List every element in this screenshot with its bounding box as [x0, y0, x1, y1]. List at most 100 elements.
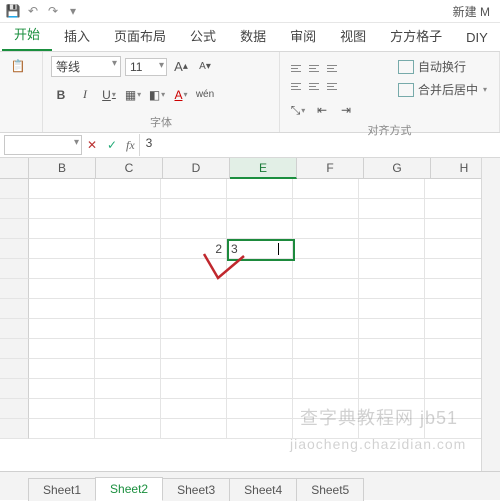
cell[interactable]: [293, 239, 359, 259]
cell[interactable]: [293, 199, 359, 219]
cell[interactable]: [161, 339, 227, 359]
cell[interactable]: [95, 259, 161, 279]
cell[interactable]: [359, 239, 425, 259]
decrease-indent-button[interactable]: ⇤: [312, 100, 332, 120]
tab-view[interactable]: 视图: [328, 21, 378, 51]
cell[interactable]: [95, 359, 161, 379]
cell[interactable]: [227, 419, 293, 439]
cell[interactable]: [29, 379, 95, 399]
cell[interactable]: [95, 179, 161, 199]
tab-home[interactable]: 开始: [2, 19, 52, 51]
row-header[interactable]: [0, 399, 29, 419]
col-header-B[interactable]: B: [29, 158, 96, 178]
row-header[interactable]: [0, 219, 29, 239]
align-bottom-right[interactable]: [324, 79, 340, 95]
redo-icon[interactable]: ↷: [46, 4, 60, 18]
cancel-icon[interactable]: ✕: [82, 138, 102, 152]
tab-diy[interactable]: DIY: [454, 25, 500, 51]
formula-input[interactable]: 3: [139, 134, 500, 156]
cell[interactable]: [359, 179, 425, 199]
cell[interactable]: [227, 359, 293, 379]
col-header-E[interactable]: E: [230, 158, 297, 179]
col-header-C[interactable]: C: [96, 158, 163, 178]
italic-button[interactable]: I: [75, 85, 95, 105]
cell[interactable]: [161, 279, 227, 299]
sheet-tab-3[interactable]: Sheet3: [162, 478, 230, 501]
row-header[interactable]: [0, 359, 29, 379]
cell[interactable]: [359, 419, 425, 439]
orientation-button[interactable]: ⤡: [288, 100, 308, 120]
save-icon[interactable]: 💾: [6, 4, 20, 18]
cell[interactable]: [293, 259, 359, 279]
cell[interactable]: [95, 379, 161, 399]
grow-font-icon[interactable]: A▴: [171, 57, 191, 77]
name-box[interactable]: [4, 135, 82, 155]
shrink-font-icon[interactable]: A▾: [195, 57, 215, 77]
tab-insert[interactable]: 插入: [52, 21, 102, 51]
cell[interactable]: [161, 399, 227, 419]
align-top-left[interactable]: [288, 61, 304, 77]
cell[interactable]: [227, 259, 293, 279]
qat-more-icon[interactable]: ▾: [66, 4, 80, 18]
cell[interactable]: [161, 319, 227, 339]
cell[interactable]: [161, 299, 227, 319]
row-header[interactable]: [0, 319, 29, 339]
row-header[interactable]: [0, 179, 29, 199]
tab-page-layout[interactable]: 页面布局: [102, 21, 178, 51]
sheet-tab-1[interactable]: Sheet1: [28, 478, 96, 501]
cell[interactable]: [227, 219, 293, 239]
cell[interactable]: [95, 339, 161, 359]
cell[interactable]: [359, 199, 425, 219]
cell[interactable]: [293, 219, 359, 239]
merge-center-button[interactable]: 合并后居中: [394, 79, 491, 100]
cell[interactable]: [293, 279, 359, 299]
row-header[interactable]: [0, 279, 29, 299]
cell[interactable]: [29, 399, 95, 419]
cell[interactable]: [95, 279, 161, 299]
cell[interactable]: [227, 339, 293, 359]
cell[interactable]: [227, 399, 293, 419]
cell[interactable]: [227, 299, 293, 319]
cell[interactable]: [227, 379, 293, 399]
cell[interactable]: [293, 319, 359, 339]
cell[interactable]: [29, 359, 95, 379]
cell[interactable]: 3: [227, 239, 293, 259]
cell[interactable]: [293, 399, 359, 419]
vertical-scrollbar[interactable]: [481, 158, 500, 476]
cell[interactable]: [29, 299, 95, 319]
cell[interactable]: [227, 199, 293, 219]
font-color-button[interactable]: A: [171, 85, 191, 105]
cell[interactable]: [227, 319, 293, 339]
cell[interactable]: [161, 219, 227, 239]
cell[interactable]: [29, 339, 95, 359]
font-size-select[interactable]: 11: [125, 58, 167, 76]
cell[interactable]: [95, 299, 161, 319]
align-top-right[interactable]: [324, 61, 340, 77]
cell[interactable]: [29, 179, 95, 199]
cell[interactable]: [161, 359, 227, 379]
tab-formulas[interactable]: 公式: [178, 21, 228, 51]
col-header-G[interactable]: G: [364, 158, 431, 178]
cell[interactable]: [227, 279, 293, 299]
cell[interactable]: [161, 179, 227, 199]
cell[interactable]: [29, 239, 95, 259]
undo-icon[interactable]: ↶: [26, 4, 40, 18]
row-header[interactable]: [0, 199, 29, 219]
cell[interactable]: [29, 279, 95, 299]
cell[interactable]: [359, 259, 425, 279]
bold-button[interactable]: B: [51, 85, 71, 105]
cell[interactable]: [29, 219, 95, 239]
cell[interactable]: [95, 419, 161, 439]
cell[interactable]: [359, 299, 425, 319]
col-header-D[interactable]: D: [163, 158, 230, 178]
fx-icon[interactable]: fx: [122, 138, 139, 153]
align-bottom-left[interactable]: [288, 79, 304, 95]
cell[interactable]: [161, 379, 227, 399]
confirm-icon[interactable]: ✓: [102, 138, 122, 152]
row-header[interactable]: [0, 239, 29, 259]
cell[interactable]: [227, 179, 293, 199]
row-header[interactable]: [0, 419, 29, 439]
sheet-tab-2[interactable]: Sheet2: [95, 477, 163, 501]
cell[interactable]: [95, 399, 161, 419]
row-header[interactable]: [0, 339, 29, 359]
